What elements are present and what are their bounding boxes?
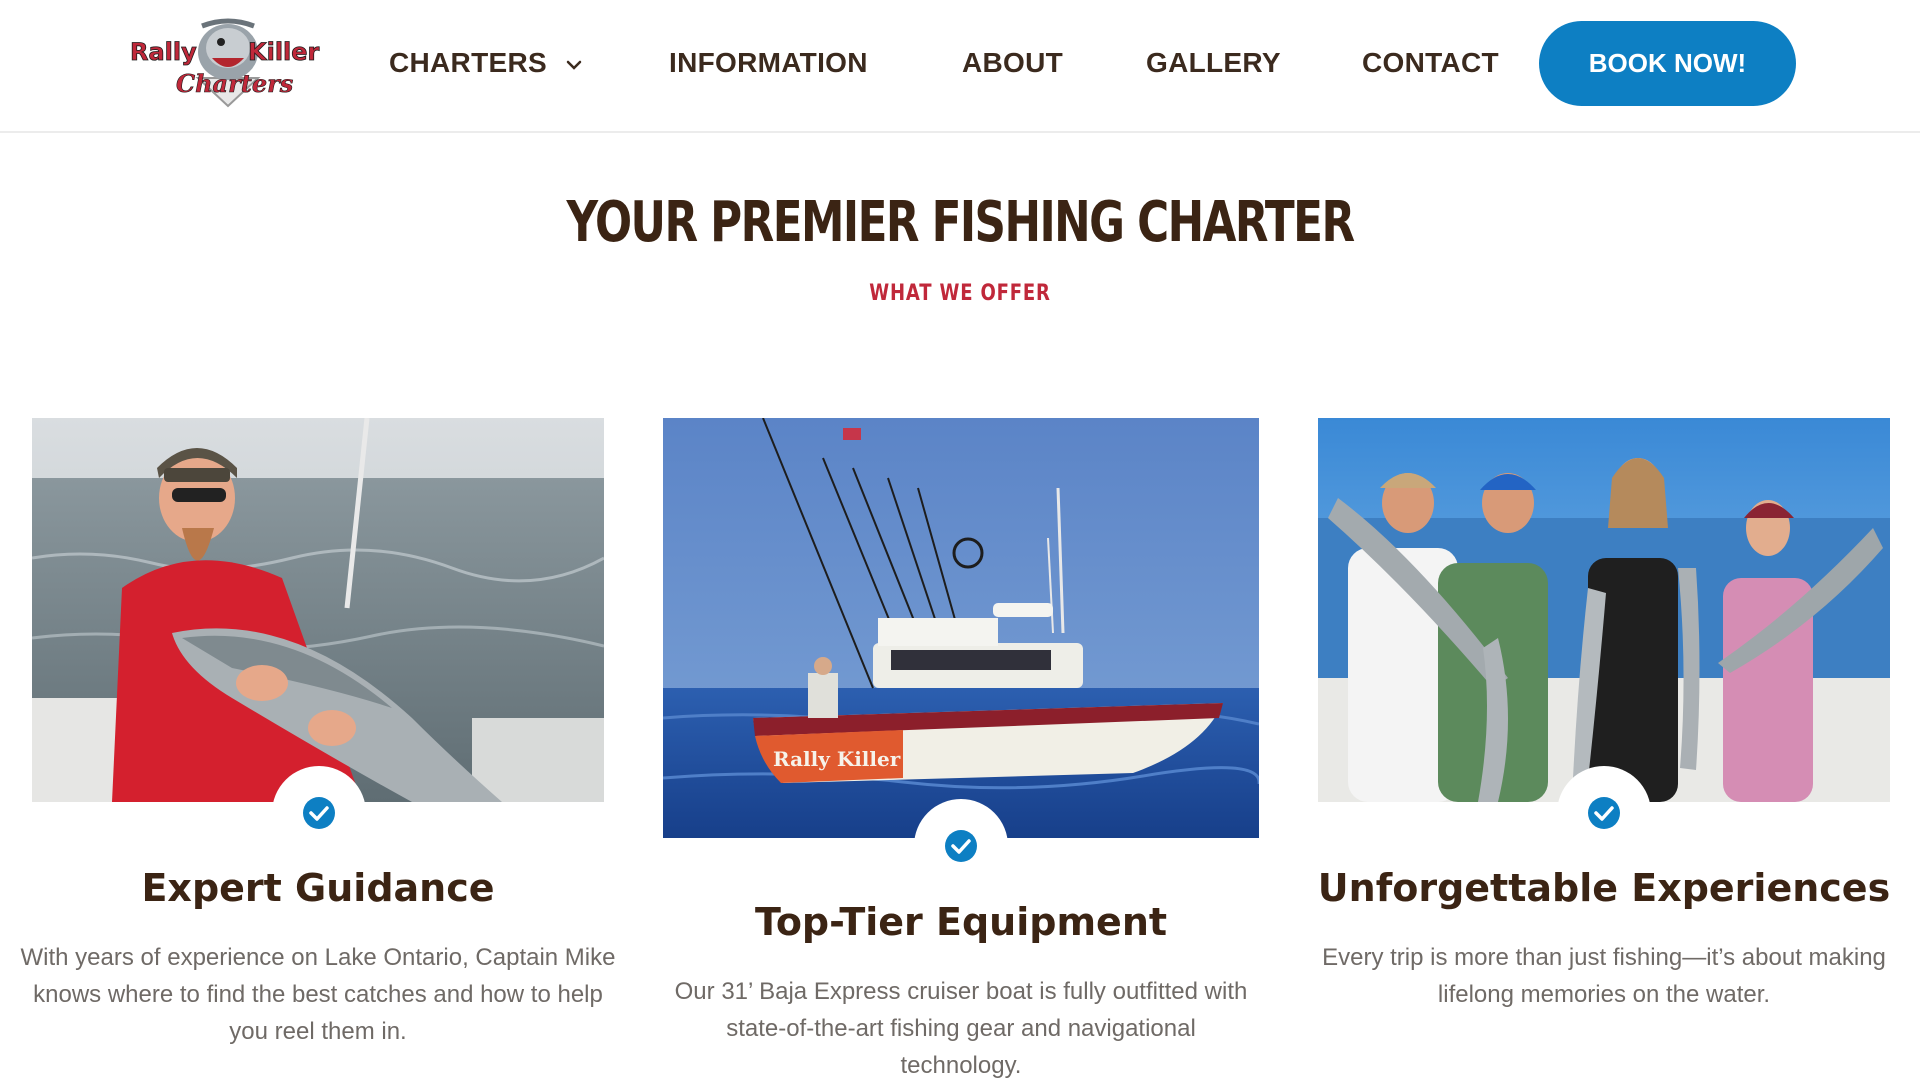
card-text-top-tier-equipment: Our 31’ Baja Express cruiser boat is ful… — [674, 978, 1248, 1079]
card-text-unforgettable-experiences: Every trip is more than just fishing—it’… — [1322, 944, 1886, 1008]
svg-text:Killer: Killer — [248, 38, 320, 66]
check-badge — [272, 766, 366, 860]
card-title-expert-guidance: Expert Guidance — [141, 866, 495, 910]
nav-item-about[interactable]: ABOUT — [962, 46, 1063, 80]
card-title-unforgettable-experiences: Unforgettable Experiences — [1317, 866, 1891, 910]
section-subtitle: WHAT WE OFFER — [869, 281, 1051, 306]
svg-text:Rally Killer: Rally Killer — [773, 747, 901, 771]
rally-killer-logo[interactable]: Rally Killer Charters — [128, 18, 328, 110]
check-circle-icon — [945, 830, 977, 862]
nav-item-charters[interactable]: CHARTERS — [389, 46, 585, 80]
book-now-button[interactable]: BOOK NOW! — [1539, 21, 1796, 106]
nav-item-contact[interactable]: CONTACT — [1362, 46, 1499, 80]
section-title: YOUR PREMIER FISHING CHARTER — [566, 190, 1355, 255]
site-header: Rally Killer Charters CHARTERS INFORMATI… — [0, 0, 1920, 133]
chevron-down-icon — [566, 60, 582, 70]
check-circle-icon — [303, 797, 335, 829]
svg-text:Rally: Rally — [130, 38, 197, 66]
check-badge — [1557, 766, 1651, 860]
nav-charters-label: CHARTERS — [389, 47, 547, 78]
check-badge — [914, 799, 1008, 893]
group-with-catch-photo — [1318, 418, 1890, 802]
captain-holding-salmon-photo — [32, 418, 604, 802]
svg-text:Charters: Charters — [176, 69, 294, 98]
nav-item-information[interactable]: INFORMATION — [669, 46, 868, 80]
card-text-expert-guidance: With years of experience on Lake Ontario… — [20, 944, 616, 1045]
card-title-top-tier-equipment: Top-Tier Equipment — [754, 900, 1168, 944]
nav-item-gallery[interactable]: GALLERY — [1146, 46, 1281, 80]
check-circle-icon — [1588, 797, 1620, 829]
charter-boat-photo: Rally Killer — [663, 418, 1259, 838]
